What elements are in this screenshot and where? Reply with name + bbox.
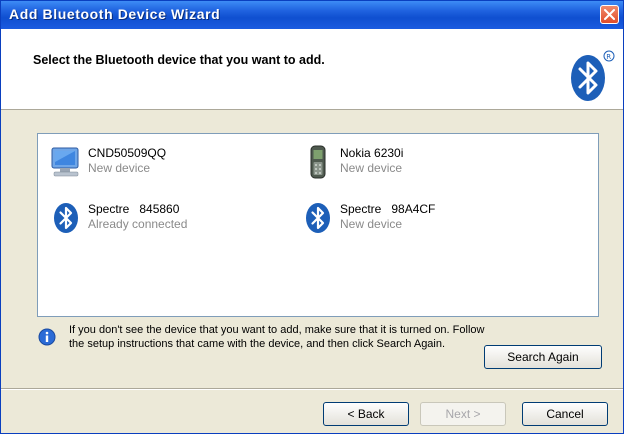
cancel-button[interactable]: Cancel bbox=[522, 402, 608, 426]
device-status: Already connected bbox=[88, 217, 188, 231]
close-icon bbox=[604, 9, 615, 20]
window-title: Add Bluetooth Device Wizard bbox=[9, 6, 221, 22]
device-name: CND50509QQ bbox=[88, 146, 167, 160]
mobile-phone-icon bbox=[310, 145, 326, 179]
device-item-spectre-845860[interactable]: Spectre 845860 Already connected bbox=[48, 200, 268, 236]
device-status: New device bbox=[88, 161, 151, 175]
back-button[interactable]: < Back bbox=[323, 402, 409, 426]
info-icon bbox=[38, 328, 56, 346]
title-bar[interactable]: Add Bluetooth Device Wizard bbox=[1, 1, 623, 29]
device-item-spectre-98a4cf[interactable]: Spectre 98A4CF New device bbox=[300, 200, 520, 236]
wizard-window: Add Bluetooth Device Wizard Select the B… bbox=[0, 0, 624, 434]
device-list[interactable]: CND50509QQ New device Nokia 6230i New de… bbox=[37, 133, 599, 317]
back-label: < Back bbox=[347, 407, 385, 421]
next-label: Next > bbox=[445, 407, 481, 421]
device-status: New device bbox=[340, 161, 403, 175]
device-name: Spectre 845860 bbox=[88, 202, 180, 216]
page-heading: Select the Bluetooth device that you wan… bbox=[33, 53, 325, 67]
computer-icon bbox=[51, 147, 79, 177]
search-again-button[interactable]: Search Again bbox=[484, 345, 602, 369]
device-status: New device bbox=[340, 217, 403, 231]
cancel-label: Cancel bbox=[546, 407, 584, 421]
separator bbox=[1, 388, 623, 390]
next-button[interactable]: Next > bbox=[420, 402, 506, 426]
info-message: If you don't see the device that you wan… bbox=[69, 324, 485, 350]
wizard-header: Select the Bluetooth device that you wan… bbox=[1, 29, 623, 110]
device-name: Spectre 98A4CF bbox=[340, 202, 436, 216]
close-button[interactable] bbox=[600, 5, 619, 24]
svg-text:R: R bbox=[606, 53, 611, 61]
device-item-nokia-6230i[interactable]: Nokia 6230i New device bbox=[300, 144, 500, 180]
bluetooth-device-icon bbox=[54, 203, 78, 233]
device-item-cnd50509qq[interactable]: CND50509QQ New device bbox=[48, 144, 248, 180]
bluetooth-logo-icon: R bbox=[571, 50, 615, 101]
search-again-label: Search Again bbox=[507, 350, 579, 364]
device-name: Nokia 6230i bbox=[340, 146, 404, 160]
bluetooth-device-icon bbox=[306, 203, 330, 233]
